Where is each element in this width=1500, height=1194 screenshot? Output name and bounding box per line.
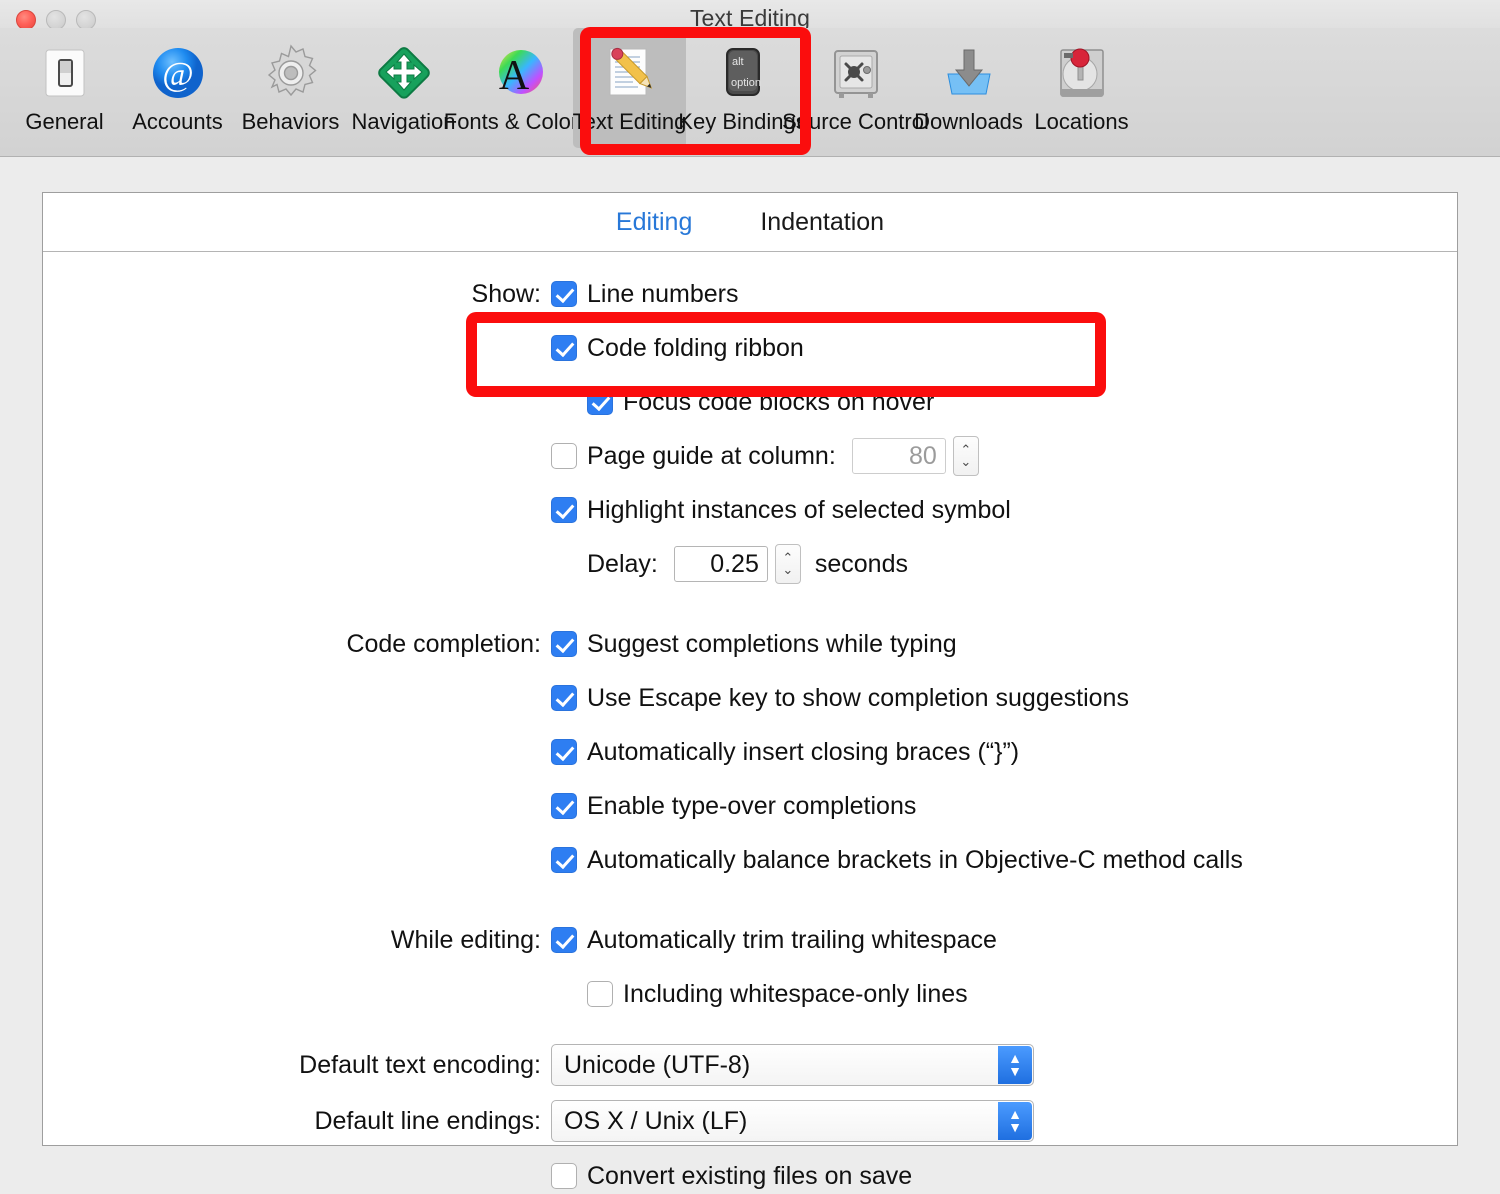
show-label: Show: (471, 279, 541, 308)
default-line-endings-label: Default line endings: (314, 1106, 541, 1135)
toolbar-item-downloads[interactable]: Downloads (912, 28, 1025, 148)
row-default-text-encoding: Default text encoding: Unicode (UTF-8) ▲… (43, 1044, 1457, 1086)
toolbar-item-label: Accounts (132, 109, 223, 134)
row-delay: Delay: 0.25 ⌃ ⌄ seconds (43, 544, 1457, 584)
label-line-numbers: Line numbers (587, 279, 739, 308)
row-code-folding-ribbon: Code folding ribbon (43, 328, 1457, 368)
checkbox-highlight-instances[interactable] (551, 497, 577, 523)
checkbox-type-over-completions[interactable] (551, 793, 577, 819)
checkbox-balance-brackets[interactable] (551, 847, 577, 873)
checkbox-page-guide[interactable] (551, 443, 577, 469)
tab-editing[interactable]: Editing (610, 206, 698, 239)
label-page-guide: Page guide at column: (587, 441, 836, 470)
delay-label: Delay: (587, 549, 658, 578)
row-trim-whitespace: While editing: Automatically trim traili… (43, 920, 1457, 960)
page-guide-stepper[interactable]: ⌃ ⌄ (952, 436, 979, 476)
checkbox-suggest-completions[interactable] (551, 631, 577, 657)
default-text-encoding-label: Default text encoding: (299, 1050, 541, 1079)
toolbar-item-general[interactable]: General (8, 28, 121, 148)
row-convert-existing-files: Convert existing files on save (43, 1156, 1457, 1194)
default-text-encoding-select[interactable]: Unicode (UTF-8) ▲ ▼ (551, 1044, 1034, 1086)
stepper-down-arrow: ⌄ (960, 454, 972, 469)
color-wheel-a-icon: A (484, 40, 550, 106)
toolbar-item-label: General (25, 109, 104, 134)
chevron-updown-icon: ▲ ▼ (998, 1046, 1032, 1084)
label-suggest-completions: Suggest completions while typing (587, 629, 957, 658)
default-line-endings-value: OS X / Unix (LF) (564, 1106, 748, 1135)
checkbox-insert-closing-braces[interactable] (551, 739, 577, 765)
checkbox-convert-existing-files[interactable] (551, 1163, 577, 1189)
label-convert-existing-files: Convert existing files on save (587, 1161, 913, 1190)
gear-icon (258, 40, 324, 106)
row-code-completion-3: Automatically insert closing braces (“}”… (43, 732, 1457, 772)
checkbox-including-whitespace-only-lines[interactable] (587, 981, 613, 1007)
at-sign-icon: @ (145, 40, 211, 106)
preferences-window: Text Editing General @ Accounts Behavior… (0, 0, 1500, 1194)
label-focus-code-blocks: Focus code blocks on hover (623, 387, 935, 416)
safe-icon (823, 40, 889, 106)
page-guide-column-input[interactable]: 80 (851, 438, 946, 474)
delay-input[interactable]: 0.25 (673, 546, 768, 582)
delay-stepper[interactable]: ⌃ ⌄ (774, 544, 801, 584)
checkbox-line-numbers[interactable] (551, 281, 577, 307)
toolbar-item-label: Fonts & Colors (443, 109, 590, 134)
row-highlight-instances: Highlight instances of selected symbol (43, 490, 1457, 530)
checkbox-escape-key-completions[interactable] (551, 685, 577, 711)
label-trim-trailing-whitespace: Automatically trim trailing whitespace (587, 925, 997, 954)
hard-drive-icon (1049, 40, 1115, 106)
toolbar-item-label: Source Control (782, 109, 929, 134)
row-code-completion-2: Use Escape key to show completion sugges… (43, 678, 1457, 718)
row-default-line-endings: Default line endings: OS X / Unix (LF) ▲… (43, 1100, 1457, 1142)
download-tray-icon (936, 40, 1002, 106)
label-type-over-completions: Enable type-over completions (587, 791, 917, 820)
label-code-folding-ribbon: Code folding ribbon (587, 333, 804, 362)
option-key-icon: alt option (710, 40, 776, 106)
toolbar-item-behaviors[interactable]: Behaviors (234, 28, 347, 148)
label-insert-closing-braces: Automatically insert closing braces (“}”… (587, 737, 1020, 766)
editing-settings-form: Show: Line numbers Code folding ribbon F… (43, 252, 1457, 1194)
tab-indentation[interactable]: Indentation (754, 206, 890, 239)
default-text-encoding-value: Unicode (UTF-8) (564, 1050, 751, 1079)
stepper-down-arrow: ⌄ (782, 562, 794, 577)
checkbox-focus-code-blocks[interactable] (587, 389, 613, 415)
toolbar-item-label: Behaviors (241, 109, 340, 134)
label-highlight-instances: Highlight instances of selected symbol (587, 495, 1011, 524)
row-focus-code-blocks: Focus code blocks on hover (43, 382, 1457, 422)
label-including-whitespace-only-lines: Including whitespace-only lines (623, 979, 968, 1008)
toolbar-item-fonts-colors[interactable]: A Fonts & Colors (444, 28, 589, 148)
switch-icon (32, 40, 98, 106)
checkbox-code-folding-ribbon[interactable] (551, 335, 577, 361)
toolbar-item-label: Navigation (351, 109, 456, 134)
toolbar-item-text-editing[interactable]: Text Editing (573, 28, 686, 148)
toolbar-item-label: Text Editing (572, 109, 687, 134)
checkbox-trim-trailing-whitespace[interactable] (551, 927, 577, 953)
toolbar-item-locations[interactable]: Locations (1025, 28, 1138, 148)
row-code-completion-5: Automatically balance brackets in Object… (43, 840, 1457, 880)
row-line-numbers: Show: Line numbers (43, 274, 1457, 314)
label-balance-brackets: Automatically balance brackets in Object… (587, 845, 1243, 874)
toolbar-item-label: Locations (1034, 109, 1129, 134)
svg-text:option: option (731, 77, 761, 89)
row-code-completion-1: Code completion: Suggest completions whi… (43, 624, 1457, 664)
row-including-whitespace-lines: Including whitespace-only lines (43, 974, 1457, 1014)
move-arrows-icon (371, 40, 437, 106)
svg-text:@: @ (162, 56, 193, 93)
row-page-guide: Page guide at column: 80 ⌃ ⌄ (43, 436, 1457, 476)
toolbar-item-label: Downloads (914, 109, 1023, 134)
toolbar-item-source-control[interactable]: Source Control (782, 28, 929, 148)
while-editing-label: While editing: (390, 925, 541, 954)
row-code-completion-4: Enable type-over completions (43, 786, 1457, 826)
svg-text:alt: alt (732, 56, 744, 68)
default-line-endings-select[interactable]: OS X / Unix (LF) ▲ ▼ (551, 1100, 1034, 1142)
preferences-toolbar: General @ Accounts Behaviors Navigation … (0, 28, 1500, 157)
tab-bar: Editing Indentation (43, 193, 1457, 252)
code-completion-label: Code completion: (346, 629, 541, 658)
preferences-content-panel: Editing Indentation Show: Line numbers C… (42, 192, 1458, 1190)
label-escape-key-completions: Use Escape key to show completion sugges… (587, 683, 1129, 712)
toolbar-item-accounts[interactable]: @ Accounts (121, 28, 234, 148)
chevron-updown-icon: ▲ ▼ (998, 1102, 1032, 1140)
document-pencil-icon (597, 40, 663, 106)
svg-text:A: A (498, 53, 529, 99)
delay-unit: seconds (814, 549, 908, 578)
